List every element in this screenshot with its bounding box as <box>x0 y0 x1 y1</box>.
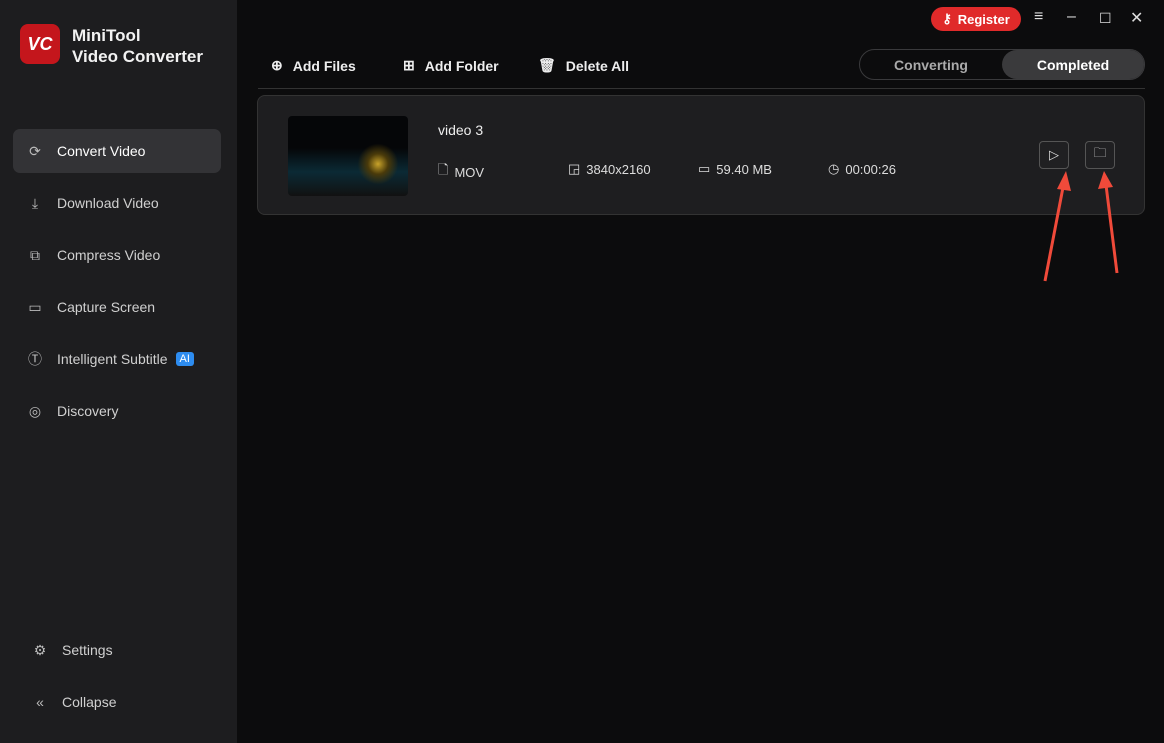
sidebar-item-download-video[interactable]: ⤓ Download Video <box>13 181 221 225</box>
close-icon[interactable]: ✕ <box>1130 8 1143 28</box>
file-name: video 3 <box>438 122 484 138</box>
delete-all-button[interactable]: 🗑 Delete All <box>538 57 629 74</box>
status-tabs: Converting Completed <box>859 49 1145 80</box>
file-size: ▭ 59.40 MB <box>698 161 772 177</box>
video-thumbnail[interactable] <box>288 116 408 196</box>
file-duration: ◷ 00:00:26 <box>828 161 896 177</box>
folder-icon: ▭ <box>698 161 711 176</box>
play-icon: ▷ <box>1049 147 1059 162</box>
compass-icon: ◎ <box>28 402 42 419</box>
resolution-icon: ◲ <box>568 161 581 176</box>
convert-icon: ⟳ <box>29 142 41 159</box>
folder-icon: 🗀 <box>1093 145 1107 160</box>
subtitle-icon: Ⓣ <box>28 351 42 367</box>
collapse-icon: « <box>36 694 44 710</box>
add-files-button[interactable]: ⊕ Add Files <box>271 57 356 74</box>
sidebar: VC MiniTool Video Converter ⟳ Convert Vide… <box>0 0 237 743</box>
trash-icon: 🗑 <box>538 57 556 73</box>
gear-icon: ⚙ <box>33 641 47 658</box>
divider <box>258 88 1145 89</box>
file-format: 🗋 MOV <box>438 161 484 183</box>
sidebar-item-compress-video[interactable]: ⧉ Compress Video <box>13 233 221 277</box>
tab-completed[interactable]: Completed <box>1002 50 1144 79</box>
compress-icon: ⧉ <box>30 246 40 263</box>
sidebar-item-capture-screen[interactable]: ▭ Capture Screen <box>13 285 221 329</box>
file-item: video 3 🗋 MOV ◲ 3840x2160 ▭ 59.40 MB ◷ 00:00… <box>257 95 1145 215</box>
key-icon: ⚷ <box>942 11 952 26</box>
ai-badge: AI <box>175 352 194 366</box>
annotation-arrows <box>1043 171 1119 282</box>
download-icon: ⤓ <box>31 194 39 211</box>
settings-button[interactable]: ⚙ Settings <box>18 628 226 672</box>
register-button[interactable]: ⚷ Register <box>931 7 1021 31</box>
add-file-icon: ⊕ <box>271 57 283 73</box>
maximize-icon[interactable]: ☐ <box>1099 10 1112 27</box>
collapse-button[interactable]: «Collapse <box>18 680 226 724</box>
tab-converting[interactable]: Converting <box>860 50 1002 79</box>
menu-icon[interactable]: ≡ <box>1034 8 1043 26</box>
sidebar-item-discovery[interactable]: ◎ Discovery <box>13 389 221 433</box>
file-video-icon: 🗋 <box>438 162 449 177</box>
sidebar-item-intelligent-subtitle[interactable]: Ⓣ Intelligent Subtitle AI <box>13 337 221 381</box>
add-folder-button[interactable]: ⊞ Add Folder <box>403 57 499 74</box>
minimize-icon[interactable]: – <box>1067 8 1076 26</box>
app-logo: VC <box>20 24 60 64</box>
sidebar-item-convert-video[interactable]: ⟳ Convert Video <box>13 129 221 173</box>
camera-icon: ▭ <box>28 298 42 315</box>
add-folder-icon: ⊞ <box>403 57 415 73</box>
file-resolution: ◲ 3840x2160 <box>568 161 651 177</box>
app-name: MiniTool Video Converter <box>72 26 204 66</box>
clock-icon: ◷ <box>828 161 840 176</box>
